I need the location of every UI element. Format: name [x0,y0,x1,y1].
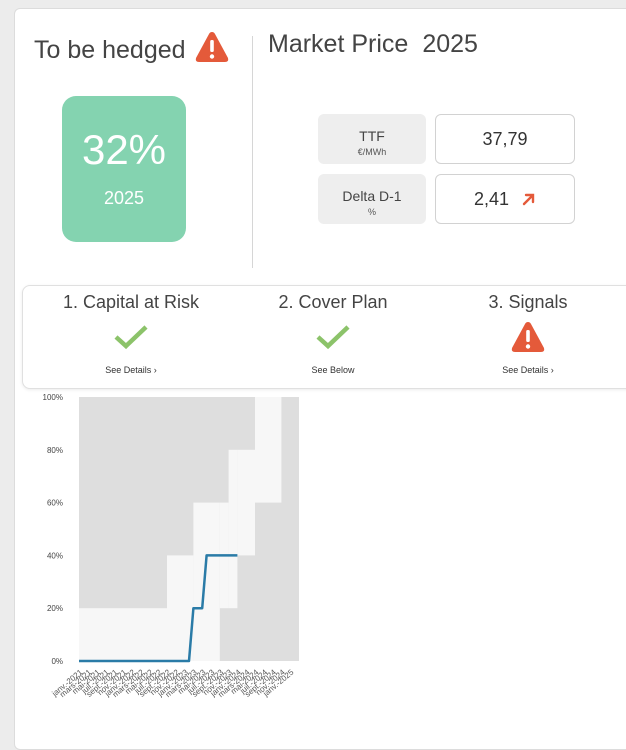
cover-plan-chart-svg: 0%20%40%60%80%100%janv.-2021mars-2021mai… [43,393,299,699]
y-tick-label: 20% [47,604,63,613]
y-tick-label: 100% [43,393,63,402]
corridor-band [79,608,167,661]
y-tick-label: 0% [51,657,63,666]
corridor-band [237,449,255,556]
cover-plan-chart: 0% 20% 40% 60% 80% 100% janv.-2021 mars-2021 mai… [0,0,626,739]
y-tick-label: 60% [47,499,63,508]
corridor-band [255,397,282,503]
corridor-band [193,502,220,661]
y-tick-label: 80% [47,446,63,455]
corridor-band [228,449,238,609]
y-tick-label: 40% [47,551,63,560]
